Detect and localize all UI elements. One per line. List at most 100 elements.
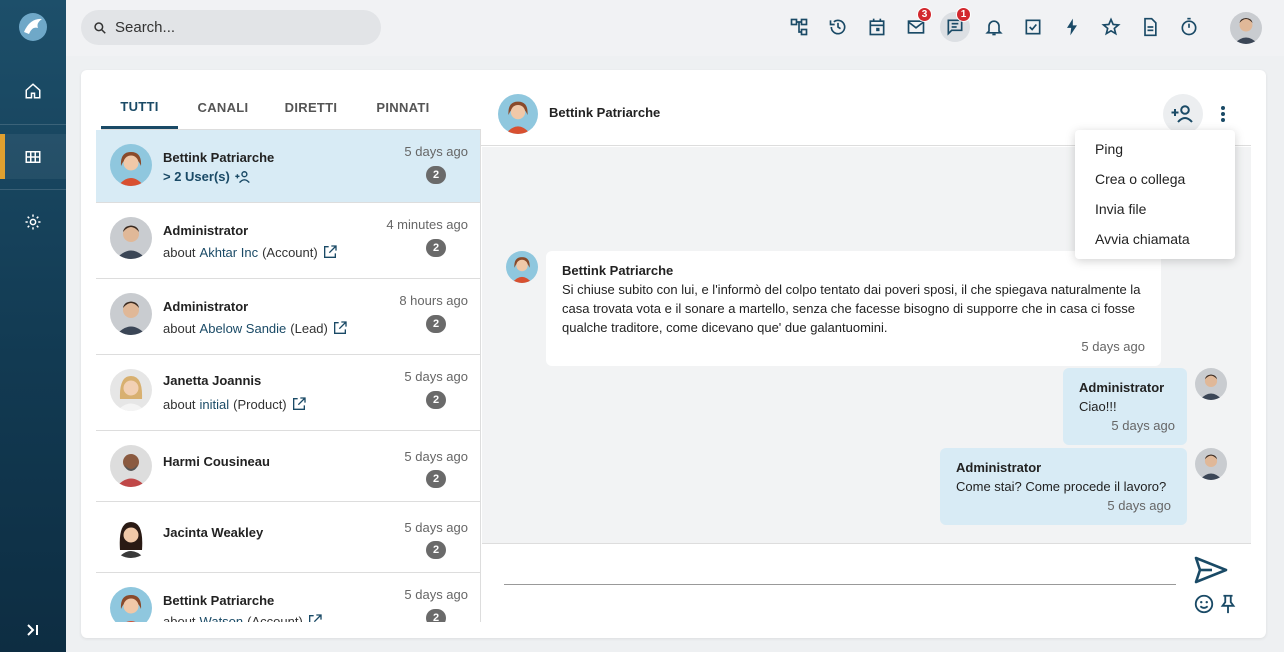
pin-icon (1220, 594, 1236, 614)
external-link-icon[interactable] (291, 396, 307, 412)
calendar-button[interactable] (862, 12, 892, 42)
history-button[interactable] (823, 12, 853, 42)
search-input[interactable] (115, 19, 355, 36)
tasks-button[interactable] (1018, 12, 1048, 42)
conversation-subtitle: > 2 User(s) (163, 169, 252, 184)
tab-channels[interactable]: CANALI (185, 86, 261, 129)
user-avatar[interactable] (1230, 12, 1262, 44)
related-record-link[interactable]: Abelow Sandie (200, 321, 287, 336)
menu-item-create-link[interactable]: Crea o collega (1075, 164, 1235, 194)
quick-actions-button[interactable] (1057, 12, 1087, 42)
message-input[interactable] (504, 556, 1176, 582)
message-author: Bettink Patriarche (562, 263, 674, 278)
avatar (110, 144, 152, 186)
avatar (110, 587, 152, 622)
pin-button[interactable] (1217, 593, 1239, 615)
expand-rail-button[interactable] (0, 618, 66, 642)
subtitle-suffix: (Lead) (290, 320, 328, 336)
app-logo-icon[interactable] (18, 12, 48, 42)
chat-button[interactable]: 1 (940, 7, 971, 42)
conversation-item[interactable]: Jacinta Weakley 5 days ago 2 (96, 502, 480, 573)
calendar-icon (869, 18, 885, 36)
message-avatar (506, 251, 538, 283)
message-avatar (1195, 368, 1227, 400)
settings-nav-button[interactable] (0, 195, 66, 249)
conversation-item[interactable]: Janetta Joannis about initial (Product) … (96, 355, 480, 431)
message-author: Administrator (1079, 380, 1165, 395)
message-text: Come stai? Come procede il lavoro? (956, 479, 1167, 494)
conversation-item[interactable]: Bettink Patriarche about Watson (Account… (96, 573, 480, 623)
external-link-icon[interactable] (307, 613, 323, 622)
member-count: > 2 User(s) (163, 169, 230, 184)
grid-nav-button[interactable] (0, 134, 66, 179)
subtitle-prefix: about (163, 320, 196, 336)
conversation-subtitle: about Akhtar Inc (Account) (163, 244, 338, 260)
add-participant-button[interactable] (1163, 94, 1203, 134)
menu-item-ping[interactable]: Ping (1075, 134, 1235, 164)
avatar (110, 369, 152, 411)
favorites-button[interactable] (1096, 12, 1126, 42)
search-icon (94, 21, 106, 34)
tab-all[interactable]: TUTTI (101, 86, 178, 129)
search-box[interactable] (81, 10, 381, 45)
task-check-icon (1025, 19, 1041, 35)
related-record-link[interactable]: Akhtar Inc (200, 245, 259, 260)
documents-button[interactable] (1135, 12, 1165, 42)
avatar (110, 445, 152, 487)
add-user-icon (235, 170, 250, 183)
add-user-icon (1171, 105, 1193, 123)
related-record-link[interactable]: Watson (200, 614, 244, 623)
kebab-menu-icon (1221, 106, 1225, 122)
menu-item-start-call[interactable]: Avvia chiamata (1075, 224, 1235, 254)
conversation-time: 5 days ago (404, 520, 468, 535)
outgoing-message: Administrator Ciao!!! 5 days ago (1063, 368, 1187, 445)
subtitle-suffix: (Account) (247, 613, 303, 623)
bolt-icon (1067, 18, 1077, 36)
conversation-name: Bettink Patriarche (163, 150, 275, 165)
conversation-name: Bettink Patriarche (163, 593, 275, 608)
notifications-button[interactable] (979, 12, 1009, 42)
avatar (110, 217, 152, 259)
external-link-icon[interactable] (332, 320, 348, 336)
conversation-item[interactable]: Administrator about Abelow Sandie (Lead)… (96, 279, 480, 355)
star-icon (1101, 17, 1121, 36)
gear-icon (25, 214, 41, 230)
external-link-icon[interactable] (322, 244, 338, 260)
conversation-time: 5 days ago (404, 144, 468, 159)
emoji-icon (1194, 594, 1214, 614)
timer-button[interactable] (1174, 12, 1204, 42)
message-composer (482, 543, 1251, 623)
mail-badge: 3 (917, 7, 932, 22)
conversation-tabs: TUTTI CANALI DIRETTI PINNATI (101, 86, 481, 130)
related-record-link[interactable]: initial (200, 397, 230, 412)
unread-count: 2 (426, 391, 446, 409)
conversation-item[interactable]: Administrator about Akhtar Inc (Account)… (96, 203, 480, 279)
send-button[interactable] (1193, 554, 1229, 586)
conversation-time: 8 hours ago (399, 293, 468, 308)
tab-pinned[interactable]: PINNATI (363, 86, 443, 129)
message-avatar (1195, 448, 1227, 480)
history-icon (829, 19, 846, 35)
sitemap-button[interactable] (784, 12, 814, 42)
mail-button[interactable]: 3 (901, 7, 932, 42)
chat-title: Bettink Patriarche (549, 105, 661, 120)
conversation-subtitle: about initial (Product) (163, 396, 307, 412)
tab-direct[interactable]: DIRETTI (273, 86, 349, 129)
message-author: Administrator (956, 460, 1042, 475)
unread-count: 2 (426, 315, 446, 333)
conversation-name: Jacinta Weakley (163, 525, 264, 540)
message-text: Ciao!!! (1079, 399, 1117, 414)
more-options-button[interactable] (1203, 94, 1243, 134)
menu-item-send-file[interactable]: Invia file (1075, 194, 1235, 224)
unread-count: 2 (426, 541, 446, 559)
timer-icon (1181, 17, 1197, 36)
emoji-button[interactable] (1193, 593, 1215, 615)
home-nav-button[interactable] (0, 64, 66, 118)
outgoing-message: Administrator Come stai? Come procede il… (940, 448, 1187, 525)
conversation-item[interactable]: Harmi Cousineau 5 days ago 2 (96, 431, 480, 502)
unread-count: 2 (426, 166, 446, 184)
conversation-item[interactable]: Bettink Patriarche > 2 User(s) 5 days ag… (96, 130, 480, 203)
bell-icon (985, 20, 1003, 36)
conversation-name: Harmi Cousineau (163, 454, 270, 469)
conversation-time: 5 days ago (404, 369, 468, 384)
